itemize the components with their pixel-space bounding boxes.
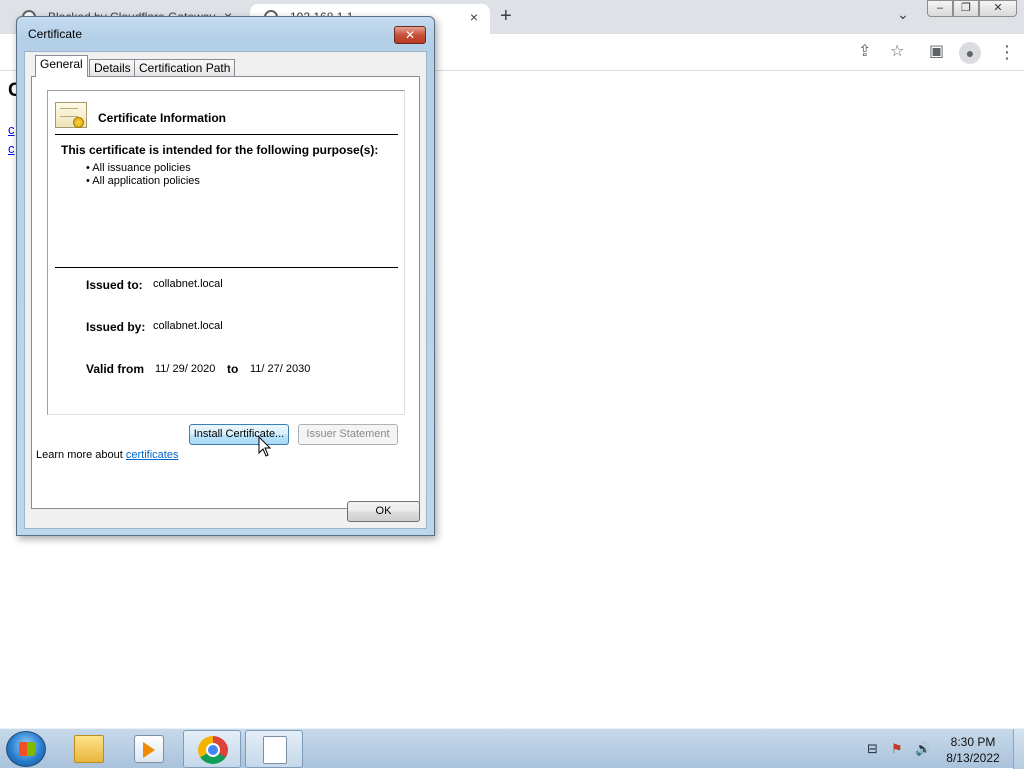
taskbar-explorer[interactable]: [60, 730, 118, 768]
learn-more-label: Learn more about: [36, 449, 126, 461]
profile-avatar-icon[interactable]: ●: [959, 42, 981, 64]
install-certificate-button[interactable]: Install Certificate...: [189, 424, 289, 445]
taskbar-chrome[interactable]: [183, 730, 241, 768]
volume-icon[interactable]: 🔊: [915, 741, 931, 757]
new-tab-button[interactable]: +: [500, 5, 512, 28]
divider: [55, 134, 398, 135]
dialog-title: Certificate: [28, 27, 83, 41]
start-button[interactable]: [6, 731, 46, 767]
issued-to-value: collabnet.local: [153, 278, 223, 290]
valid-from-value: 11/ 29/ 2020: [155, 363, 216, 375]
clock-date: 8/13/2022: [946, 751, 1000, 765]
valid-from-label: Valid from: [86, 362, 145, 376]
ok-button[interactable]: OK: [347, 501, 420, 522]
info-title: Certificate Information: [98, 111, 227, 125]
issuer-statement-button: Issuer Statement: [298, 424, 398, 445]
issued-by-value: collabnet.local: [153, 320, 223, 332]
network-icon[interactable]: ⊟: [867, 741, 878, 757]
maximize-button[interactable]: ❐: [953, 0, 979, 17]
purpose-item: • All application policies: [86, 175, 200, 187]
folder-icon: [74, 735, 104, 763]
learn-more-text: Learn more about certificates: [36, 449, 178, 461]
purpose-heading: This certificate is intended for the fol…: [61, 143, 379, 157]
page-link[interactable]: c: [8, 122, 15, 137]
dialog-close-button[interactable]: ✕: [394, 26, 426, 44]
side-panel-icon[interactable]: ▣: [929, 42, 944, 62]
document-icon: [263, 736, 287, 764]
tab-search-icon[interactable]: ⌄: [897, 6, 909, 23]
certificate-info-box: Certificate Information This certificate…: [47, 90, 405, 415]
show-desktop-button[interactable]: [1013, 729, 1024, 769]
clock-time: 8:30 PM: [950, 735, 996, 749]
page-link[interactable]: c: [8, 141, 15, 156]
taskbar-media-player[interactable]: [120, 730, 178, 768]
windows-taskbar: ⊟ ⚑ 🔊 8:30 PM 8/13/2022: [0, 728, 1024, 769]
taskbar-document[interactable]: [245, 730, 303, 768]
chrome-icon: [198, 736, 228, 764]
share-icon[interactable]: ⇪: [858, 42, 871, 62]
browser-menu-icon[interactable]: ⋮: [998, 42, 1016, 62]
issued-by-label: Issued by:: [86, 320, 146, 334]
certificates-link[interactable]: certificates: [126, 449, 179, 461]
purpose-item: • All issuance policies: [86, 162, 191, 174]
system-clock[interactable]: 8:30 PM 8/13/2022: [941, 734, 1005, 766]
window-close-button[interactable]: ✕: [979, 0, 1017, 17]
tab-general[interactable]: General: [35, 55, 88, 77]
certificate-dialog: Certificate ✕ General Details Certificat…: [16, 16, 435, 536]
media-player-icon: [134, 735, 164, 763]
minimize-button[interactable]: –: [927, 0, 953, 17]
valid-to-value: 11/ 27/ 2030: [250, 363, 311, 375]
divider: [55, 267, 398, 268]
tab-certification-path[interactable]: Certification Path: [134, 59, 236, 77]
valid-to-label: to: [227, 362, 239, 376]
general-tab-panel: Certificate Information This certificate…: [31, 76, 420, 509]
certificate-icon: [55, 102, 87, 128]
tab-details[interactable]: Details: [89, 59, 136, 77]
tab-close-icon[interactable]: ×: [470, 4, 478, 30]
action-center-flag-icon[interactable]: ⚑: [891, 741, 903, 757]
dialog-body: General Details Certification Path Certi…: [24, 51, 427, 529]
bookmark-star-icon[interactable]: ☆: [890, 42, 904, 62]
issued-to-label: Issued to:: [86, 278, 143, 292]
windows-logo-icon: [19, 742, 35, 756]
